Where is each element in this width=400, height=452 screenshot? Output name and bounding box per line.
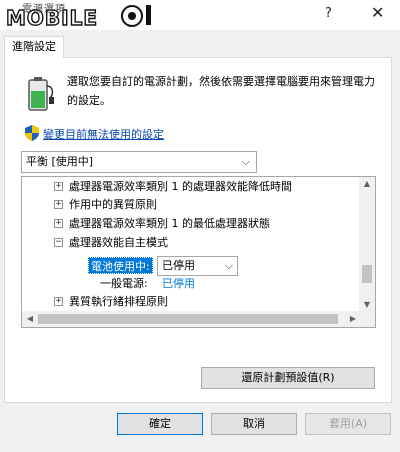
battery-plan-icon: [28, 77, 54, 111]
expand-icon[interactable]: +: [54, 200, 63, 209]
close-button[interactable]: ✕: [371, 3, 384, 22]
horizontal-scroll-thumb[interactable]: [38, 314, 338, 324]
cancel-button[interactable]: 取消: [211, 413, 297, 435]
horizontal-scrollbar[interactable]: ◀ ▶: [22, 311, 361, 327]
collapse-icon[interactable]: −: [54, 238, 63, 247]
plugged-in-label: 一般電源:: [100, 277, 148, 290]
expand-icon[interactable]: +: [54, 182, 63, 191]
tree-item-label: 作用中的異質原則: [69, 198, 157, 211]
settings-panel: 選取您要自訂的電源計劃，然後依需要選擇電腦要用來管理電力的設定。 變更目前無法使…: [4, 57, 392, 403]
chevron-down-icon: ⌵: [241, 155, 250, 168]
apply-button[interactable]: 套用(A): [305, 413, 391, 435]
tree-item-label: 處理器電源效率類別 1 的最低處理器狀態: [69, 217, 270, 230]
tree-item-label: 異質執行緒排程原則: [69, 295, 168, 308]
scroll-up-icon[interactable]: ▲: [359, 179, 375, 188]
power-plan-value: 平衡 [使用中]: [26, 155, 94, 168]
vertical-scrollbar[interactable]: ▲ ▼: [359, 177, 375, 311]
expand-icon[interactable]: +: [54, 219, 63, 228]
dialog-body: 進階設定 選取您要自訂的電源計劃，然後依需要選擇電腦要用來管理電力的設定。 變更…: [0, 30, 400, 452]
scroll-left-icon[interactable]: ◀: [22, 314, 38, 323]
on-battery-value: 已停用: [162, 259, 195, 272]
expand-icon[interactable]: +: [54, 297, 63, 306]
settings-tree[interactable]: + 處理器電源效率類別 1 的處理器效能降低時間 + 作用中的異質原則 + 處理…: [21, 176, 376, 328]
restore-defaults-button[interactable]: 還原計劃預設值(R): [201, 367, 375, 389]
on-battery-label[interactable]: 電池使用中:: [88, 257, 153, 274]
power-plan-select[interactable]: 平衡 [使用中] ⌵: [21, 151, 257, 173]
tree-item-label: 處理器電源效率類別 1 的處理器效能降低時間: [69, 180, 292, 193]
scrollbar-corner: [359, 311, 375, 327]
plugged-in-value: 已停用: [162, 277, 195, 290]
chevron-down-icon: ⌵: [224, 259, 233, 272]
scroll-down-icon[interactable]: ▼: [359, 300, 375, 309]
on-battery-select[interactable]: 已停用 ⌵: [157, 256, 238, 276]
change-unavailable-settings-link[interactable]: 變更目前無法使用的設定: [43, 126, 164, 142]
window-title: 電源選項: [22, 4, 66, 15]
title-bar: MOBILE 電源選項 ? ✕: [0, 0, 400, 30]
shield-icon: [25, 125, 39, 141]
tree-rows: + 處理器電源效率類別 1 的處理器效能降低時間 + 作用中的異質原則 + 處理…: [22, 177, 361, 311]
tab-advanced-settings[interactable]: 進階設定: [4, 36, 64, 58]
ok-button[interactable]: 確定: [117, 413, 203, 435]
plan-description: 選取您要自訂的電源計劃，然後依需要選擇電腦要用來管理電力的設定。: [67, 75, 375, 107]
help-button[interactable]: ?: [325, 6, 332, 21]
tree-item-label: 處理器效能自主模式: [69, 236, 168, 249]
vertical-scroll-thumb[interactable]: [362, 265, 372, 283]
